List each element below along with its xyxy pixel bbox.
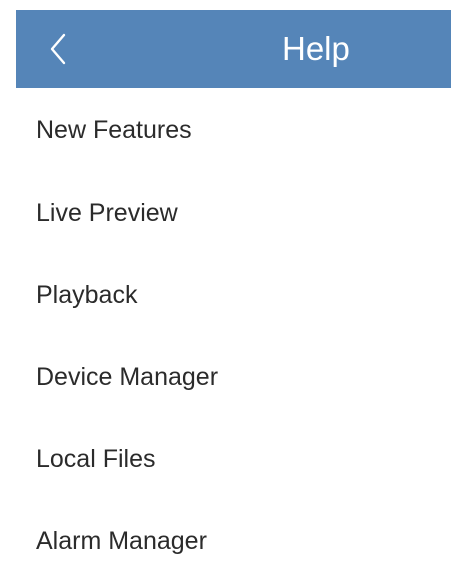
page-title: Help — [282, 30, 350, 67]
menu-item-device-manager[interactable]: Device Manager — [16, 336, 451, 418]
menu-item-playback[interactable]: Playback — [16, 254, 451, 336]
help-screen: Help New Features Live Preview Playback … — [16, 10, 451, 562]
menu-item-new-features[interactable]: New Features — [16, 88, 451, 172]
help-menu-list: New Features Live Preview Playback Devic… — [16, 88, 451, 582]
menu-item-alarm-manager[interactable]: Alarm Manager — [16, 500, 451, 582]
menu-item-local-files[interactable]: Local Files — [16, 418, 451, 500]
header-bar: Help — [16, 10, 451, 88]
menu-item-live-preview[interactable]: Live Preview — [16, 172, 451, 254]
